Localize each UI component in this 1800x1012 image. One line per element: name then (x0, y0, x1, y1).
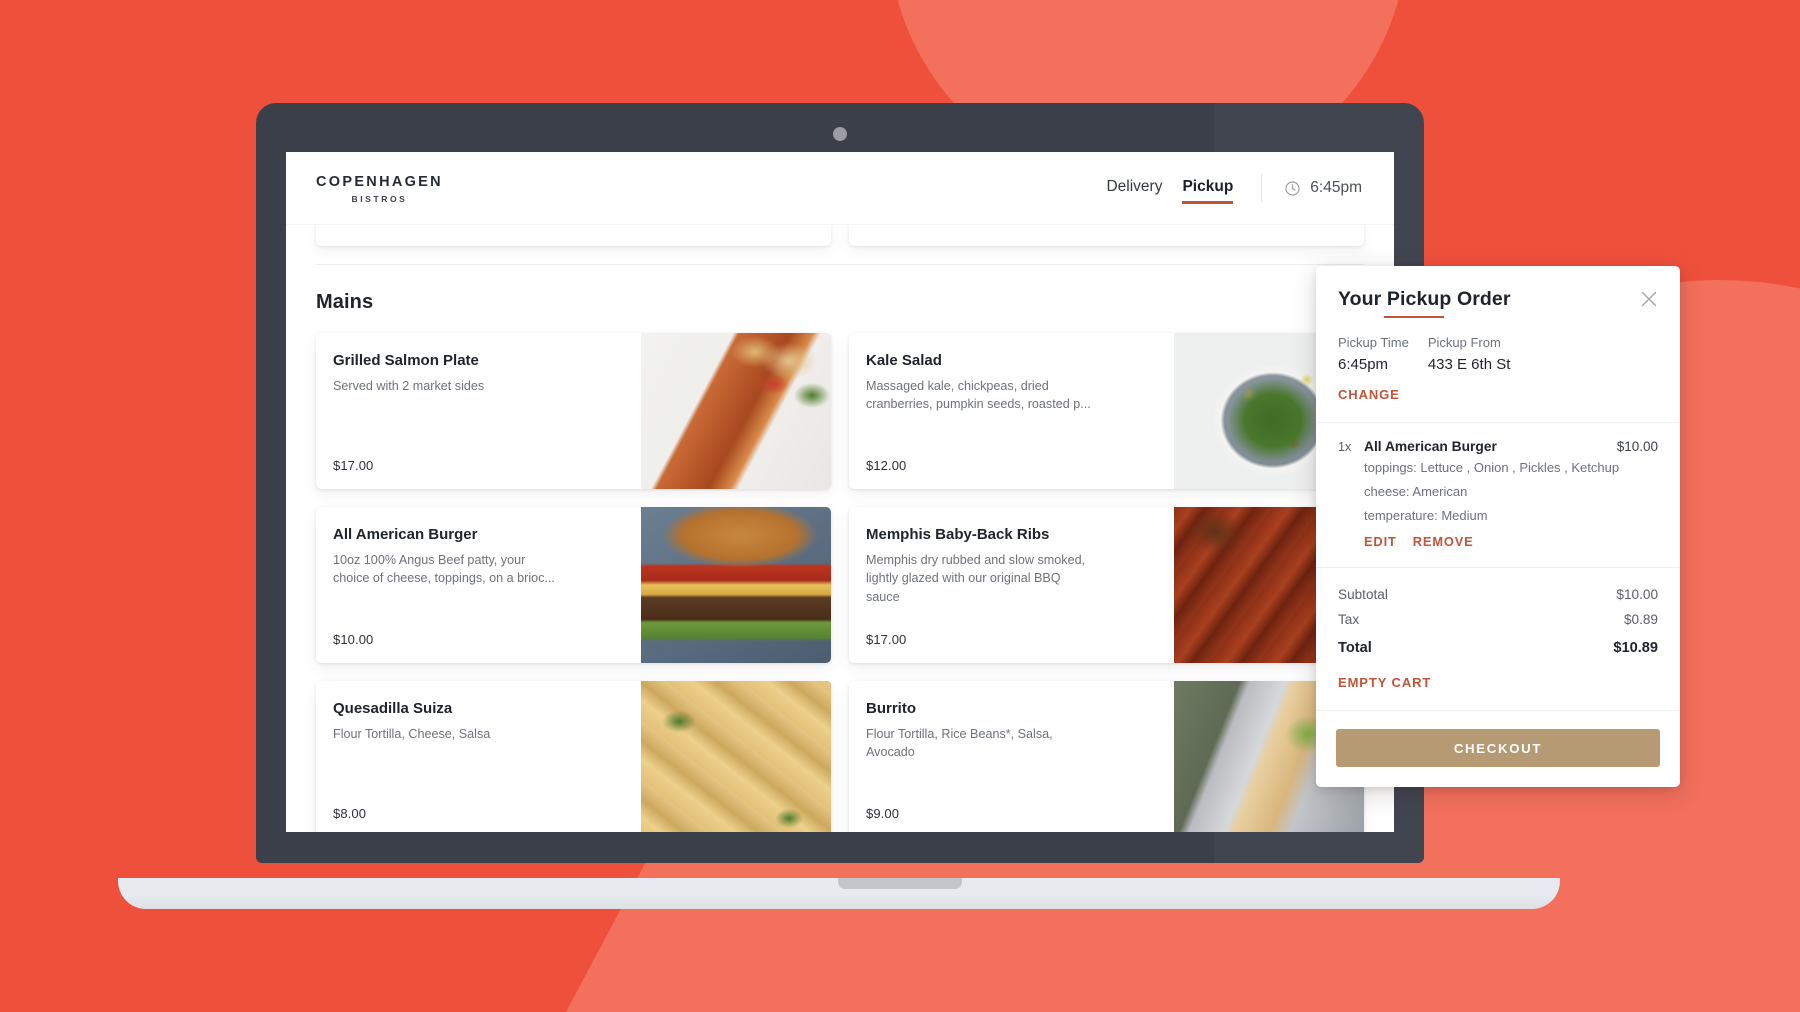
menu-item-description: Flour Tortilla, Rice Beans*, Salsa, Avoc… (866, 727, 1053, 760)
menu-item-card[interactable]: All American Burger 10oz 100% Angus Beef… (316, 507, 831, 663)
edit-item-button[interactable]: EDIT (1364, 534, 1397, 549)
menu-item-info: Quesadilla Suiza Flour Tortilla, Cheese,… (316, 681, 641, 832)
menu-item-photo-quesadilla (641, 681, 831, 832)
checkout-button[interactable]: CHECKOUT (1336, 729, 1660, 768)
menu-item-description: Flour Tortilla, Cheese, Salsa (333, 727, 491, 741)
menu-item-description: Served with 2 market sides (333, 379, 485, 393)
total-row: Total $10.89 (1338, 632, 1658, 661)
remove-item-button[interactable]: REMOVE (1413, 534, 1474, 549)
menu-item-price: $17.00 (866, 632, 907, 647)
brand-logo[interactable]: COPENHAGEN BISTROS (316, 173, 443, 204)
menu-item-info: All American Burger 10oz 100% Angus Beef… (316, 507, 641, 663)
webcam-icon (833, 127, 847, 141)
cart-item-name: All American Burger (1364, 439, 1497, 454)
change-pickup-link[interactable]: CHANGE (1338, 387, 1400, 402)
cart-item-body: All American Burger $10.00 toppings: Let… (1364, 439, 1658, 549)
menu-item-price: $9.00 (866, 806, 900, 821)
cart-line-item: 1x All American Burger $10.00 toppings: … (1338, 439, 1658, 549)
subtotal-row: Subtotal $10.00 (1338, 582, 1658, 607)
menu-item-card[interactable]: Grilled Salmon Plate Served with 2 marke… (316, 333, 831, 489)
cart-title-underline (1384, 315, 1444, 318)
subtotal-value: $10.00 (1616, 587, 1658, 603)
menu-item-card[interactable]: Memphis Baby-Back Ribs Memphis dry rubbe… (849, 507, 1364, 663)
peek-card-right[interactable] (849, 224, 1364, 246)
previous-section-card-row (316, 224, 1364, 246)
cart-item-toppings: toppings: Lettuce , Onion , Pickles , Ke… (1364, 460, 1620, 475)
brand-subtitle: BISTROS (351, 194, 408, 204)
pickup-from-label: Pickup From (1427, 335, 1501, 350)
header-nav: Delivery Pickup 6:45pm (1086, 174, 1362, 204)
empty-cart-button[interactable]: EMPTY CART (1338, 675, 1431, 690)
nav-pickup-label: Pickup (1182, 177, 1234, 195)
cart-item-actions: EDIT REMOVE (1364, 534, 1658, 549)
cart-items-list: 1x All American Burger $10.00 toppings: … (1316, 423, 1680, 549)
menu-item-description: 10oz 100% Angus Beef patty, your choice … (333, 553, 555, 586)
subtotal-label: Subtotal (1338, 587, 1388, 603)
pickup-time-value: 6:45pm (1338, 356, 1389, 373)
cart-item-qty: 1x (1338, 440, 1352, 454)
header-divider (1261, 174, 1263, 202)
menu-grid: Grilled Salmon Plate Served with 2 marke… (316, 333, 1364, 832)
menu-scroll-area[interactable]: Mains Grilled Salmon Plate Served with 2… (286, 224, 1394, 832)
menu-item-name: Burrito (866, 700, 916, 717)
menu-item-info: Kale Salad Massaged kale, chickpeas, dri… (849, 333, 1174, 489)
browser-viewport: COPENHAGEN BISTROS Delivery Pickup 6:45p… (286, 152, 1394, 832)
site-header: COPENHAGEN BISTROS Delivery Pickup 6:45p… (286, 152, 1394, 224)
pickup-meta: Pickup Time 6:45pm Pickup From 433 E 6th… (1338, 335, 1658, 373)
tax-value: $0.89 (1623, 612, 1658, 628)
close-icon[interactable] (1638, 288, 1660, 310)
section-divider (316, 264, 1364, 265)
cart-panel: Your Pickup Order Pickup Time 6:45pm Pic… (1316, 266, 1680, 788)
menu-item-info: Burrito Flour Tortilla, Rice Beans*, Sal… (849, 681, 1174, 832)
menu-item-name: Kale Salad (866, 352, 942, 369)
menu-item-card[interactable]: Burrito Flour Tortilla, Rice Beans*, Sal… (849, 681, 1364, 832)
menu-item-description: Memphis dry rubbed and slow smoked, ligh… (866, 553, 1086, 604)
tax-label: Tax (1338, 612, 1360, 628)
menu-item-name: Grilled Salmon Plate (333, 352, 479, 369)
laptop-notch (838, 878, 962, 889)
pickup-time-label: Pickup Time (1338, 335, 1409, 350)
total-value: $10.89 (1613, 640, 1658, 657)
menu-item-description: Massaged kale, chickpeas, dried cranberr… (866, 379, 1091, 412)
nav-pickup[interactable]: Pickup (1182, 174, 1234, 204)
menu-item-info: Grilled Salmon Plate Served with 2 marke… (316, 333, 641, 489)
brand-name: COPENHAGEN (316, 173, 443, 190)
menu-item-info: Memphis Baby-Back Ribs Memphis dry rubbe… (849, 507, 1174, 663)
cart-totals: Subtotal $10.00 Tax $0.89 Total $10.89 (1316, 568, 1680, 661)
page-title: Mains (316, 291, 374, 313)
cart-footer: CHECKOUT (1316, 711, 1680, 787)
menu-item-price: $17.00 (333, 458, 374, 473)
pickup-time-block: Pickup Time 6:45pm (1338, 335, 1409, 373)
tax-row: Tax $0.89 (1338, 607, 1658, 632)
menu-item-photo-salmon (641, 333, 831, 489)
menu-item-photo-burger (641, 507, 831, 663)
menu-item-price: $10.00 (333, 632, 374, 647)
menu-item-price: $8.00 (333, 806, 367, 821)
cart-title-text: Your Pickup Order (1338, 288, 1511, 310)
header-time-text: 6:45pm (1310, 179, 1362, 196)
cart-item-temperature: temperature: Medium (1364, 507, 1488, 523)
cart-title: Your Pickup Order (1338, 288, 1511, 318)
menu-item-name: Quesadilla Suiza (333, 700, 453, 717)
menu-item-card[interactable]: Kale Salad Massaged kale, chickpeas, dri… (849, 333, 1364, 489)
menu-item-card[interactable]: Quesadilla Suiza Flour Tortilla, Cheese,… (316, 681, 831, 832)
nav-delivery[interactable]: Delivery (1106, 174, 1162, 203)
peek-card-left[interactable] (316, 224, 831, 246)
pickup-time-selector[interactable]: 6:45pm (1284, 179, 1362, 197)
menu-item-price: $12.00 (866, 458, 907, 473)
total-label: Total (1338, 640, 1372, 657)
menu-item-name: All American Burger (333, 526, 478, 543)
pickup-from-block: Pickup From 433 E 6th St (1428, 335, 1511, 373)
pickup-from-value: 433 E 6th St (1427, 356, 1511, 373)
clock-icon (1285, 180, 1300, 196)
cart-item-cheese: cheese: American (1364, 483, 1468, 499)
cart-item-price: $10.00 (1616, 439, 1658, 454)
menu-item-name: Memphis Baby-Back Ribs (866, 526, 1050, 543)
cart-header: Your Pickup Order (1316, 266, 1680, 318)
cart-item-top: All American Burger $10.00 (1364, 439, 1658, 454)
